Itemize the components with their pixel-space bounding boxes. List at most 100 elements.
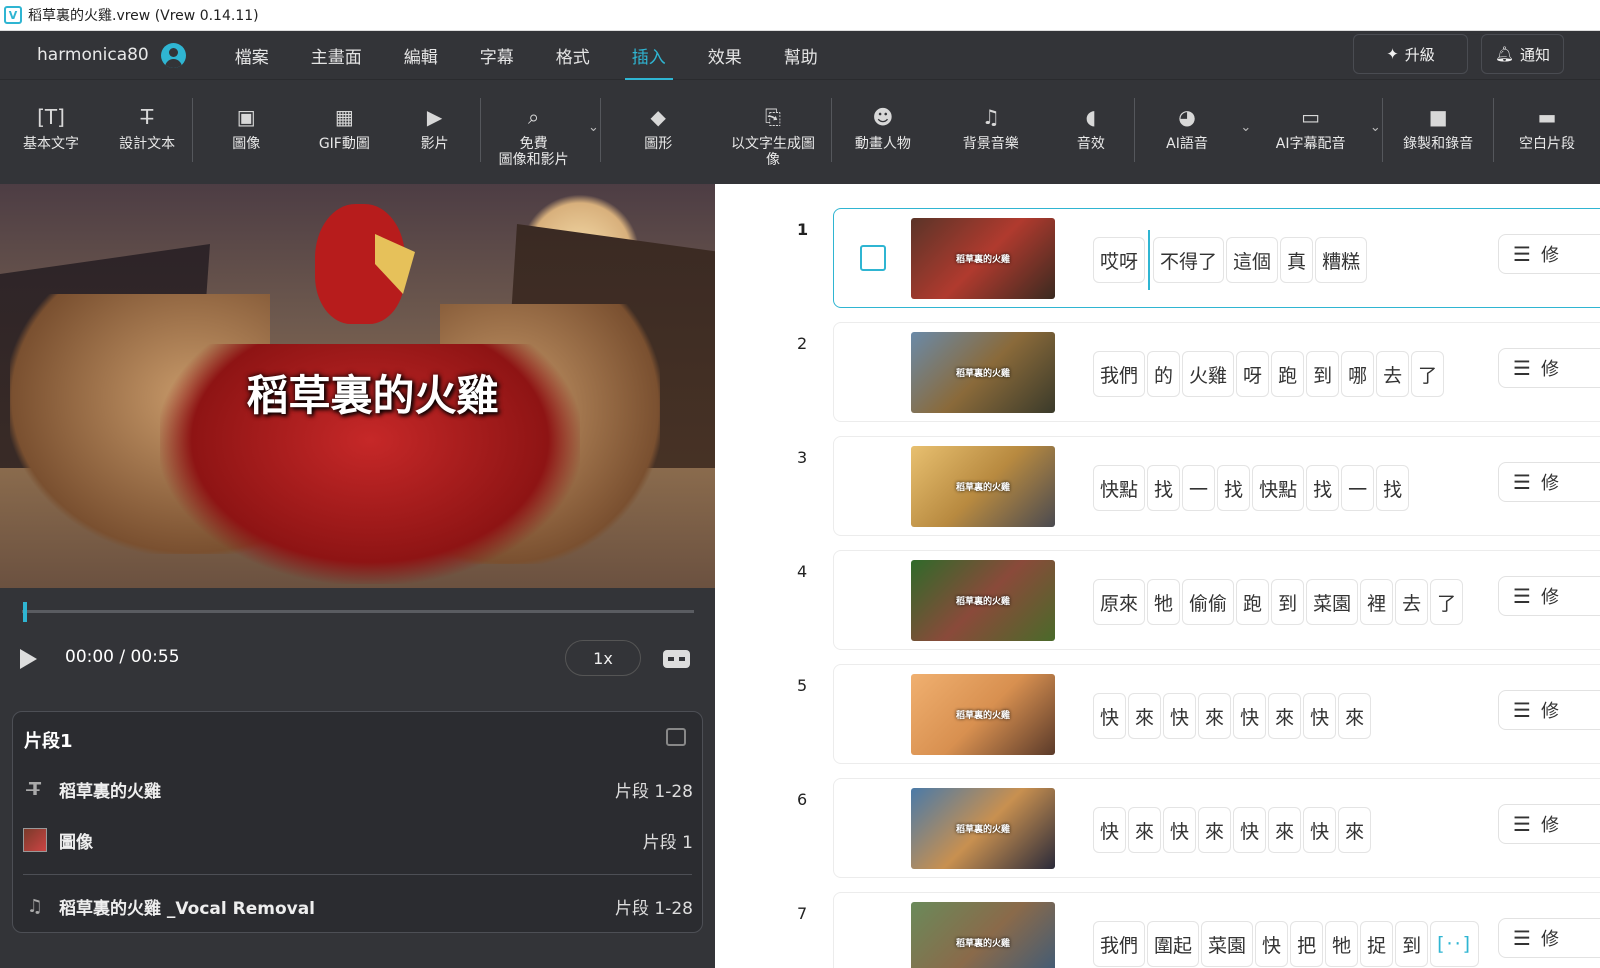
segment-edit-button[interactable]: ☰ 修 [1498,804,1600,844]
chevron-down-icon[interactable]: ⌄ [1368,80,1382,136]
word-chip[interactable]: 牠 [1325,921,1359,967]
word-chip[interactable]: 到 [1395,921,1429,967]
upgrade-button[interactable]: ✦ 升級 [1353,34,1468,74]
chevron-down-icon[interactable]: ⌄ [587,80,601,136]
word-chip[interactable]: 我們 [1093,351,1146,397]
word-chip[interactable]: 一 [1182,465,1216,511]
word-chip[interactable]: 偷偷 [1182,579,1235,625]
toolbar-free-media-button[interactable]: ⌕ 免費 圖像和影片 [481,80,587,168]
word-chip[interactable]: 糟糕 [1315,237,1368,283]
word-chip[interactable]: 來 [1338,693,1372,739]
menu-item[interactable]: 插入 [611,31,687,80]
word-chip[interactable]: 來 [1198,807,1232,853]
more-words-chip[interactable]: [··] [1430,921,1480,967]
toolbar-music-note-button[interactable]: ♫ 背景音樂 [934,80,1048,152]
word-chip[interactable]: 菜園 [1306,579,1359,625]
word-chip[interactable]: 一 [1341,465,1375,511]
segment-thumbnail[interactable]: 稻草裏的火雞 [911,218,1055,299]
toolbar-animated-character-button[interactable]: ☻ 動畫人物 [832,80,934,152]
word-chip[interactable]: 我們 [1093,921,1146,967]
word-chip[interactable]: 捉 [1360,921,1394,967]
video-preview[interactable]: 稻草裏的火雞 [0,184,715,588]
segment-row[interactable]: 稻草裏的火雞 原來牠偷偷跑到菜園裡去了 ☰ 修 [833,550,1600,650]
user-account[interactable]: harmonica80 [37,42,186,68]
menu-item[interactable]: 主畫面 [290,31,383,80]
segment-row[interactable]: 稻草裏的火雞快來快來快來快來 ☰ 修 [833,778,1600,878]
menu-item[interactable]: 幫助 [763,31,839,80]
word-chip[interactable]: 快點 [1093,465,1146,511]
word-chip[interactable]: 把 [1290,921,1324,967]
word-chip[interactable]: 到 [1306,351,1340,397]
menu-item[interactable]: 檔案 [214,31,290,80]
segment-edit-button[interactable]: ☰ 修 [1498,576,1600,616]
toolbar-sound-effect-button[interactable]: ◖ 音效 [1048,80,1134,152]
word-chip[interactable]: 跑 [1271,351,1305,397]
segment-thumbnail[interactable]: 稻草裏的火雞 [911,788,1055,869]
word-chip[interactable]: 找 [1306,465,1340,511]
word-chip[interactable]: 去 [1376,351,1410,397]
user-avatar-icon[interactable] [160,42,186,68]
segment-row[interactable]: 稻草裏的火雞 哎呀 不得了 這個真糟糕 ☰ 修 [833,208,1600,308]
word-chip[interactable]: 來 [1128,807,1162,853]
play-icon[interactable] [20,649,37,669]
word-chip[interactable]: 圍起 [1147,921,1200,967]
word-chip[interactable]: 快 [1255,921,1289,967]
playback-timeline[interactable] [22,610,694,613]
word-chip[interactable]: 快 [1233,807,1267,853]
toolbar-text-box-button[interactable]: [T] 基本文字 [0,80,102,152]
clip-row-design-text[interactable]: T̶ 稻草裏的火雞 片段 1-28 [23,774,693,804]
menu-item[interactable]: 格式 [535,31,611,80]
word-chip[interactable]: 來 [1268,807,1302,853]
word-chip[interactable]: 快 [1163,807,1197,853]
word-chip[interactable]: 快 [1093,693,1127,739]
segment-row[interactable]: 稻草裏的火雞快來快來快來快來 ☰ 修 [833,664,1600,764]
word-chip[interactable]: 找 [1217,465,1251,511]
word-chip[interactable]: 跑 [1236,579,1270,625]
toolbar-ai-voice-button[interactable]: ◕ AI語音 [1135,80,1239,152]
segment-edit-button[interactable]: ☰ 修 [1498,462,1600,502]
word-chip[interactable]: 去 [1395,579,1429,625]
word-chip[interactable]: 了 [1411,351,1445,397]
word-chip[interactable]: 了 [1430,579,1464,625]
chevron-down-icon[interactable]: ⌄ [1239,80,1253,136]
word-chip[interactable]: 快 [1303,693,1337,739]
word-chip[interactable]: 原來 [1093,579,1146,625]
word-chip[interactable]: 找 [1147,465,1181,511]
word-chip[interactable]: 找 [1376,465,1410,511]
word-chip[interactable]: 菜園 [1201,921,1254,967]
segment-row[interactable]: 稻草裏的火雞 快點找一找快點找一找 ☰ 修 [833,436,1600,536]
open-external-icon[interactable] [666,728,686,746]
segment-thumbnail[interactable]: 稻草裏的火雞 [911,902,1055,968]
toolbar-ai-dubbing-button[interactable]: ▭ AI字幕配音 [1253,80,1369,152]
word-chip[interactable]: 裡 [1360,579,1394,625]
word-chip[interactable]: 火雞 [1182,351,1235,397]
word-chip[interactable]: 的 [1147,351,1181,397]
word-chip[interactable]: 真 [1280,237,1314,283]
segment-thumbnail[interactable]: 稻草裏的火雞 [911,332,1055,413]
word-chip[interactable]: 呀 [1236,351,1270,397]
clip-row-image[interactable]: 圖像 片段 1 [23,825,693,855]
toolbar-blank-clip-button[interactable]: ▬ 空白片段 [1494,80,1600,152]
toolbar-camera-button[interactable]: ■ 錄製和錄音 [1383,80,1493,152]
word-chip[interactable]: 到 [1271,579,1305,625]
toolbar-image-button[interactable]: ▣ 圖像 [193,80,299,152]
subtitle-toggle-icon[interactable] [663,650,690,668]
word-chip[interactable]: 哪 [1341,351,1375,397]
segment-checkbox[interactable] [860,245,886,271]
segment-edit-button[interactable]: ☰ 修 [1498,918,1600,958]
clip-row-music[interactable]: ♫ 稻草裏的火雞 _Vocal Removal 片段 1-28 [23,891,693,921]
toolbar-shapes-button[interactable]: ◆ 圖形 [601,80,715,152]
playback-speed-button[interactable]: 1x [565,640,641,676]
word-chip[interactable]: 哎呀 [1093,237,1146,283]
word-chip[interactable]: 來 [1198,693,1232,739]
word-chip[interactable]: 快 [1163,693,1197,739]
segment-row[interactable]: 稻草裏的火雞 我們的火雞呀跑到哪去了 ☰ 修 [833,322,1600,422]
word-chip[interactable]: 不得了 [1153,237,1225,283]
segment-thumbnail[interactable]: 稻草裏的火雞 [911,674,1055,755]
segment-edit-button[interactable]: ☰ 修 [1498,348,1600,388]
toolbar-video-button[interactable]: ▶ 影片 [389,80,479,152]
word-chip[interactable]: 來 [1128,693,1162,739]
word-chip[interactable]: 快點 [1252,465,1305,511]
segment-thumbnail[interactable]: 稻草裏的火雞 [911,446,1055,527]
menu-item[interactable]: 字幕 [459,31,535,80]
